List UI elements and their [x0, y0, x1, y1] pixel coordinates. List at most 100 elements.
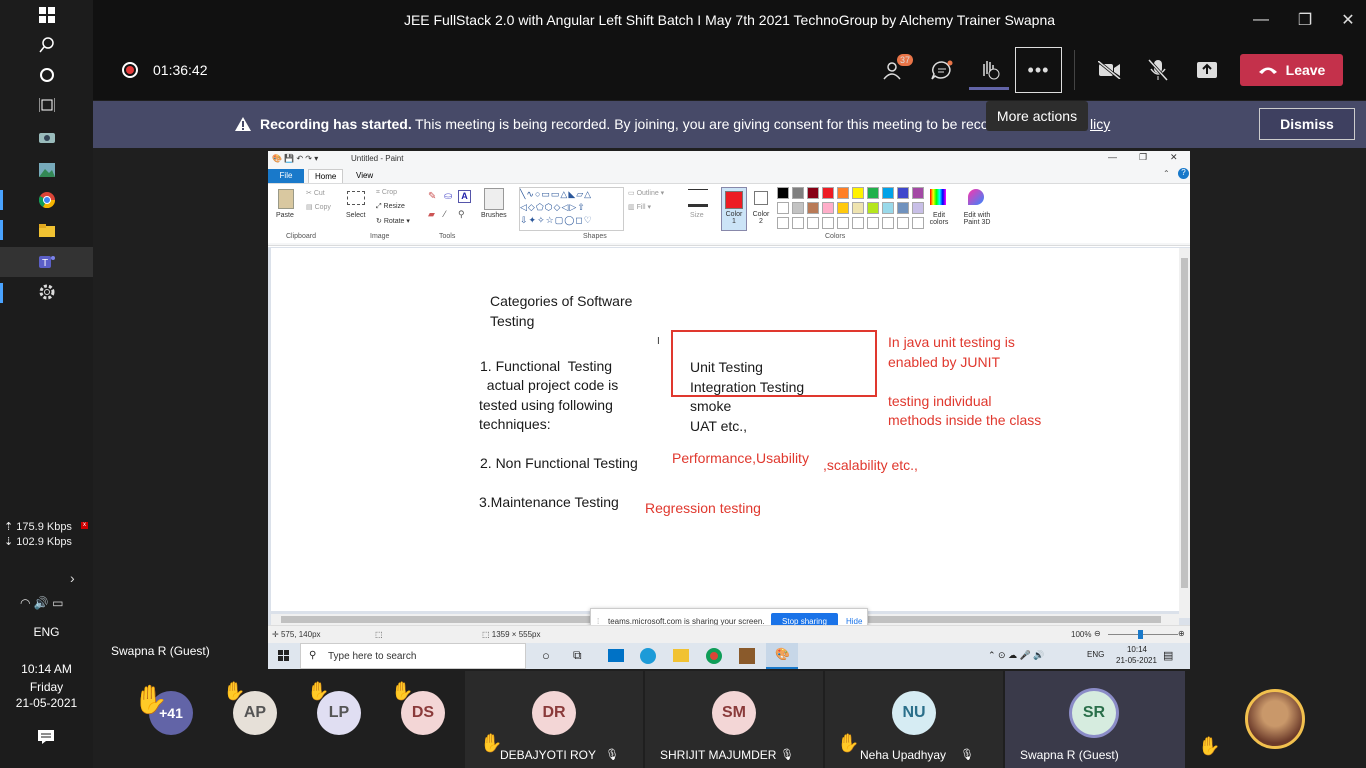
paste-icon[interactable]: [278, 189, 294, 209]
paint-maximize-icon[interactable]: ❐: [1139, 152, 1147, 163]
fill-bucket-icon[interactable]: ⛀: [444, 191, 452, 202]
brushes-label[interactable]: Brushes: [481, 212, 507, 219]
help-icon[interactable]: ?: [1178, 168, 1189, 179]
participant-tile[interactable]: DR ✋ DEBAJYOTI ROY 🎙︎: [465, 671, 643, 768]
participant-tile[interactable]: SM SHRIJIT MAJUMDER 🎙︎: [645, 671, 823, 768]
paint-close-icon[interactable]: ✕: [1170, 152, 1178, 163]
inner-language[interactable]: ENG: [1087, 650, 1104, 659]
paint3d-icon[interactable]: [968, 189, 984, 205]
color-swatch[interactable]: [777, 187, 789, 199]
fill-button[interactable]: ▥ Fill ▾: [628, 203, 651, 211]
color-swatch[interactable]: [912, 187, 924, 199]
taskbar-search-box[interactable]: ⚲ Type here to search: [300, 643, 526, 669]
copy-button[interactable]: ▤ Copy: [306, 203, 331, 211]
color-swatch[interactable]: [822, 217, 834, 229]
participants-button[interactable]: 37: [875, 50, 915, 90]
raise-hand-button[interactable]: [969, 50, 1009, 90]
color-swatch[interactable]: [852, 202, 864, 214]
paste-label[interactable]: Paste: [276, 212, 294, 219]
chat-button[interactable]: [922, 50, 962, 90]
color-swatch[interactable]: [852, 217, 864, 229]
tray-icons[interactable]: ◠ 🔊 ▭: [20, 596, 63, 610]
color-swatch[interactable]: [807, 202, 819, 214]
edit-colors-icon[interactable]: [930, 189, 946, 205]
inner-notification-icon[interactable]: ▤: [1163, 649, 1173, 662]
minimize-icon[interactable]: —: [1246, 6, 1276, 34]
mute-button[interactable]: [1138, 50, 1178, 90]
zoom-out-icon[interactable]: ⊖: [1094, 629, 1101, 638]
inner-task-view-icon[interactable]: ⧉: [573, 648, 582, 663]
language-indicator[interactable]: ENG: [0, 625, 93, 639]
edit-colors-label[interactable]: Edit colors: [927, 212, 951, 226]
color-swatch[interactable]: [912, 202, 924, 214]
inner-tray-icons[interactable]: ⌃ ⊙ ☁ 🎤 🔊: [988, 650, 1045, 661]
color-swatch[interactable]: [882, 202, 894, 214]
dismiss-button[interactable]: Dismiss: [1259, 108, 1355, 140]
participant-tile[interactable]: NU ✋ Neha Upadhyay 🎙︎: [825, 671, 1003, 768]
color-swatch[interactable]: [807, 187, 819, 199]
maximize-icon[interactable]: ❐: [1290, 6, 1320, 34]
magnifier-icon[interactable]: ⚲: [458, 209, 465, 220]
color-swatch[interactable]: [912, 217, 924, 229]
photos-app-icon[interactable]: [0, 155, 93, 185]
vertical-scrollbar[interactable]: [1179, 248, 1190, 618]
tab-view[interactable]: View: [350, 169, 379, 183]
collapse-ribbon-icon[interactable]: ⌃: [1163, 169, 1170, 178]
pencil-icon[interactable]: ✎: [428, 191, 436, 202]
color-swatch[interactable]: [837, 217, 849, 229]
color-swatch[interactable]: [822, 202, 834, 214]
color-swatch[interactable]: [867, 217, 879, 229]
chrome-icon[interactable]: [0, 185, 93, 215]
notification-icon[interactable]: [38, 730, 54, 744]
select-icon[interactable]: [347, 191, 365, 205]
participant-tile-speaking[interactable]: SR Swapna R (Guest): [1005, 671, 1185, 768]
paint-canvas[interactable]: Categories of Software Testing 1. Functi…: [271, 248, 1179, 611]
color-swatch[interactable]: [882, 187, 894, 199]
close-icon[interactable]: ✕: [1333, 6, 1363, 34]
color-swatch[interactable]: [837, 202, 849, 214]
teams-app-icon[interactable]: T: [0, 247, 93, 277]
color-palette[interactable]: [777, 187, 927, 231]
task-view-icon[interactable]: [0, 90, 93, 120]
color-swatch[interactable]: [807, 217, 819, 229]
close-netmeter-icon[interactable]: x: [81, 522, 88, 529]
color2-button[interactable]: [754, 191, 768, 205]
game-app-icon[interactable]: [739, 648, 755, 664]
file-explorer-icon[interactable]: [0, 215, 93, 245]
quick-access-toolbar[interactable]: 🎨 💾 ↶ ↷ ▾: [272, 154, 318, 163]
zoom-in-icon[interactable]: ⊕: [1178, 629, 1185, 638]
brushes-icon[interactable]: [484, 188, 504, 210]
inner-file-explorer-icon[interactable]: [673, 649, 689, 662]
outline-button[interactable]: ▭ Outline ▾: [628, 189, 664, 197]
self-avatar-photo[interactable]: [1245, 689, 1305, 749]
eraser-icon[interactable]: ▰: [428, 209, 435, 220]
more-actions-button[interactable]: •••: [1015, 47, 1062, 93]
paint-taskbar-button[interactable]: 🎨: [766, 643, 798, 669]
color-swatch[interactable]: [792, 187, 804, 199]
color-swatch[interactable]: [822, 187, 834, 199]
text-tool-icon[interactable]: A: [458, 190, 471, 203]
inner-clock-time[interactable]: 10:14: [1122, 645, 1152, 654]
color-swatch[interactable]: [867, 202, 879, 214]
privacy-policy-link[interactable]: licy: [1090, 116, 1110, 132]
resize-button[interactable]: ⤢ Resize: [376, 203, 405, 211]
chevron-right-icon[interactable]: ›: [70, 570, 75, 586]
crop-button[interactable]: ⌗ Crop: [376, 189, 397, 197]
mail-app-icon[interactable]: [608, 649, 624, 662]
paint3d-label[interactable]: Edit with Paint 3D: [960, 212, 994, 226]
tab-home[interactable]: Home: [308, 169, 344, 183]
zoom-slider[interactable]: [1108, 630, 1178, 639]
search-icon[interactable]: [0, 30, 93, 60]
color-swatch[interactable]: [852, 187, 864, 199]
settings-gear-icon[interactable]: [0, 277, 93, 307]
inner-chrome-icon[interactable]: [706, 648, 722, 664]
color-swatch[interactable]: [792, 202, 804, 214]
color-swatch[interactable]: [837, 187, 849, 199]
leave-button[interactable]: Leave: [1240, 54, 1343, 86]
rotate-button[interactable]: ↻ Rotate ▾: [376, 217, 410, 225]
inner-cortana-icon[interactable]: ○: [542, 648, 550, 663]
color-picker-icon[interactable]: ⁄: [444, 209, 446, 219]
color-swatch[interactable]: [882, 217, 894, 229]
color-swatch[interactable]: [897, 217, 909, 229]
color-swatch[interactable]: [897, 202, 909, 214]
